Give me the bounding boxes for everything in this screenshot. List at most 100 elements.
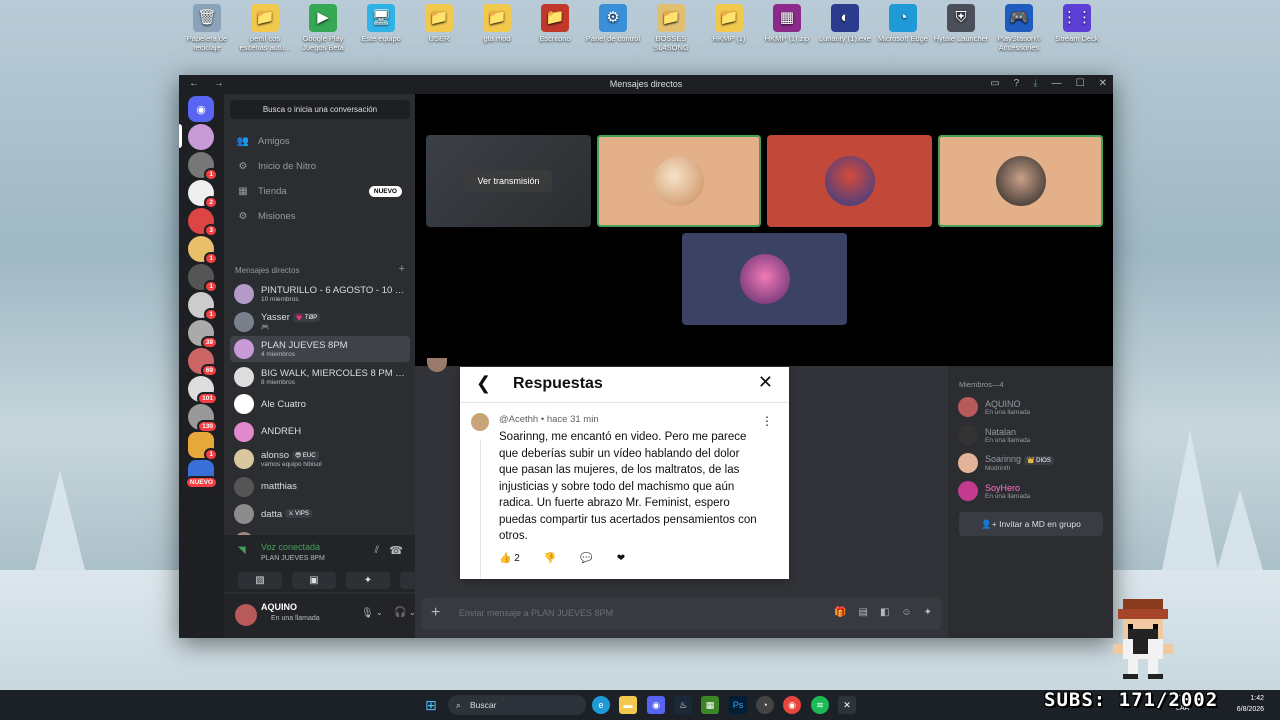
dm-item[interactable]: datta ⚔ VIPS [230,501,410,527]
download-icon[interactable]: ⤓ [1033,78,1037,89]
participant-tile[interactable] [938,135,1103,227]
desktop-icon[interactable]: 📁 HKMP (1) [700,4,758,52]
help-icon[interactable]: ? [1014,78,1020,89]
server-icon[interactable]: 130 [188,404,218,433]
dm-item[interactable]: ANDREH [230,419,410,445]
nav-tienda[interactable]: ▦ Tienda NUEVO [230,180,410,202]
back-arrow-icon[interactable]: ❮ [476,373,491,394]
username[interactable]: AQUINO [261,602,297,612]
dm-item[interactable]: BIG WALK, MIERCOLES 8 PM P... 8 miembros [230,364,410,390]
disconnect-icon[interactable]: ☎ [389,544,403,557]
member-item[interactable]: SoyHero En una llamada [958,478,1108,504]
desktop-icon[interactable]: ⋮⋮ Stream Deck [1048,4,1106,52]
minimize-button[interactable]: — [1052,78,1062,89]
comment-avatar[interactable] [471,413,489,431]
desktop-icon[interactable]: 📁 USER [410,4,468,52]
desktop-icon[interactable]: 🗑 Papelera de reciclaje [178,4,236,52]
chevron-down-icon[interactable]: ⌄ [376,608,383,617]
discord-taskbar-icon[interactable]: ◉ [647,696,665,714]
nav-nitro[interactable]: ⚙ Inicio de Nitro [230,155,410,177]
system-tray[interactable]: 1:42 6/8/2026 [1237,693,1264,715]
message-input[interactable]: Enviar mensaje a PLAN JUEVES 8PM [459,608,613,618]
participant-tile[interactable] [597,135,761,227]
desktop-icon[interactable]: ◐ Lunarity (1).exe [816,4,874,52]
member-item[interactable]: Soarinng 👑 DIOS Modrinth [958,450,1108,476]
message-composer[interactable]: + Enviar mensaje a PLAN JUEVES 8PM 🎁 ▤ ◧… [421,598,942,630]
edge-icon[interactable]: e [592,696,610,714]
desktop-icon[interactable]: 📁 BOSSES SL4SONG [642,4,700,52]
watch-stream-button[interactable]: Ver transmisión [465,170,552,192]
server-icon[interactable]: 1 [188,236,218,265]
screen-share-button[interactable]: ▣ [292,572,336,589]
activities-button[interactable]: ✦ [346,572,390,589]
chrome-icon[interactable]: ◉ [783,696,801,714]
server-icon[interactable]: 1 [188,264,218,293]
dislike-button[interactable]: 👎 [544,553,556,564]
desktop-icon[interactable]: ⛨ Hytale Launcher [932,4,990,52]
more-options-icon[interactable]: ⋮ [761,414,773,428]
like-button[interactable]: 👍 2 [499,553,520,564]
desktop-icon[interactable]: ⚙ Panel de control [584,4,642,52]
server-icon[interactable]: 1 [188,432,218,461]
maximize-button[interactable]: ☐ [1076,78,1085,89]
desktop-icon[interactable]: 📁 perfil cos escenas autu... [236,4,294,52]
server-icon[interactable]: 1 [188,152,218,181]
desktop-icon[interactable]: ▦ HKMP (1).zip [758,4,816,52]
comment-author[interactable]: @Acethh [499,414,538,425]
file-explorer-icon[interactable]: ▬ [619,696,637,714]
server-icon[interactable]: 39 [188,320,218,349]
sticker-icon[interactable]: ◧ [880,607,889,618]
desktop-icon[interactable]: 🎮 PlayStation® Accessories [990,4,1048,52]
dm-item[interactable]: PINTURILLO - 6 AGOSTO - 10 P... 10 miembr… [230,281,410,307]
headphones-icon[interactable]: 🎧 [394,607,406,618]
desktop-icon[interactable]: 🖥 Este equipo [352,4,410,52]
emoji-icon[interactable]: ☺ [901,607,911,618]
desktop-icon[interactable]: ▶ Google Play Juegos Beta [294,4,352,52]
desktop-icon[interactable]: 📁 Escritorio [526,4,584,52]
member-item[interactable]: Natalan En una llamada [958,422,1108,448]
stream-tile[interactable]: Ver transmisión [426,135,591,227]
steam-icon[interactable]: ♨ [674,696,692,714]
dm-item[interactable]: Yasser 💗 TØP 🎮 [230,309,410,335]
create-dm-icon[interactable]: + [399,263,405,275]
dm-item[interactable]: Ale Cuatro [230,391,410,417]
windows-start-icon[interactable]: ⊞ [425,697,437,714]
reply-icon[interactable]: 💬 [580,553,592,564]
close-icon[interactable]: ✕ [758,372,773,393]
camera-off-button[interactable]: ▧ [238,572,282,589]
dm-item[interactable]: PLAN JUEVES 8PM 4 miembros [230,336,410,362]
avatar[interactable] [235,604,257,626]
participant-tile[interactable] [682,233,847,325]
taskbar-search[interactable]: ⌕ Buscar [448,695,586,715]
app-icon[interactable]: ◔ [756,696,774,714]
apps-icon[interactable]: ✦ [924,607,932,618]
discord-home-icon[interactable]: ◉ [188,96,214,122]
inbox-icon[interactable]: ▭ [990,78,999,89]
add-attachment-icon[interactable]: + [431,604,440,622]
nav-amigos[interactable]: 👥 Amigos [230,130,410,152]
close-button[interactable]: ✕ [1099,78,1107,89]
invite-to-group-button[interactable]: 👤+ Invitar a MD en grupo [959,512,1103,536]
gift-icon[interactable]: 🎁 [834,607,846,618]
server-icon[interactable]: 101 [188,376,218,405]
xbox-icon[interactable]: ✕ [838,696,856,714]
participant-tile[interactable] [767,135,932,227]
server-icon[interactable]: NUEVO [184,460,218,489]
dm-item[interactable]: matthias [230,474,410,500]
server-icon[interactable]: 69 [188,348,218,377]
noise-suppression-icon[interactable]: ⫽ [375,545,379,556]
minecraft-icon[interactable]: ▦ [701,696,719,714]
server-icon[interactable]: 2 [188,180,218,209]
gif-icon[interactable]: ▤ [858,607,867,618]
voice-channel[interactable]: PLAN JUEVES 8PM [261,555,325,562]
dm-item[interactable]: alonso 😎 EUC vamos equipo hibisol [230,446,410,472]
nav-misiones[interactable]: ⚙ Misiones [230,205,410,227]
voice-status[interactable]: Voz conectada [261,542,320,552]
server-icon[interactable] [188,124,214,150]
photoshop-icon[interactable]: Ps [729,696,747,714]
desktop-icon[interactable]: 📁 gta mod [468,4,526,52]
server-icon[interactable]: 3 [188,208,218,237]
spotify-icon[interactable]: ≋ [811,696,829,714]
desktop-icon[interactable]: ◔ Microsoft Edge [874,4,932,52]
server-icon[interactable]: 1 [188,292,218,321]
